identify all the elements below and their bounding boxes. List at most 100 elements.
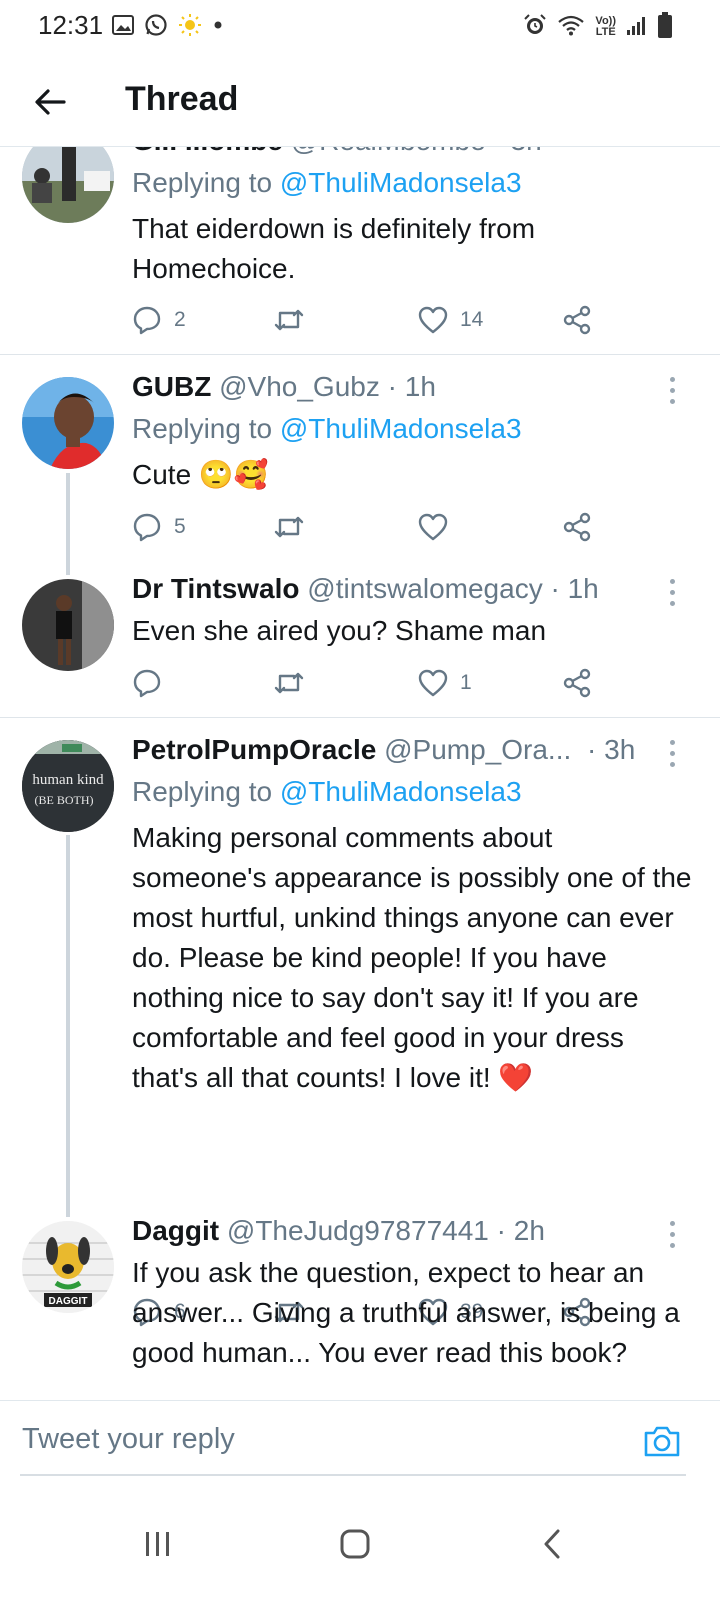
reply-button[interactable]	[132, 663, 174, 703]
tweet-handle[interactable]: @RealMbombe	[291, 147, 486, 156]
more-dot	[669, 751, 675, 756]
like-count: 1	[460, 671, 472, 694]
camera-icon	[644, 1426, 680, 1457]
tweet-header: Dr Tintswalo @tintswalomegacy · 1h	[132, 573, 599, 605]
retweet-button[interactable]	[272, 300, 318, 340]
composer-underline	[20, 1474, 686, 1476]
replying-to: Replying to @ThuliMadonsela3	[132, 776, 522, 808]
share-button[interactable]	[562, 663, 592, 703]
recents-button[interactable]	[128, 1514, 188, 1574]
tweet-actions: 1	[132, 663, 602, 703]
tweet-author-name[interactable]: Daggit	[132, 1215, 219, 1246]
tweet-handle[interactable]: @Pump_Ora...	[384, 734, 571, 765]
tweet-header: GUBZ @Vho_Gubz · 1h	[132, 371, 436, 403]
signal-icon	[626, 14, 648, 41]
more-dot	[669, 601, 675, 606]
tweet-author-name[interactable]: Dr Tintswalo	[132, 573, 300, 604]
tweet-header: PetrolPumpOracle @Pump_Ora... · 3h	[132, 734, 635, 766]
replying-to-label: Replying to	[132, 167, 273, 198]
replying-to-label: Replying to	[132, 413, 273, 444]
battery-icon	[658, 11, 672, 43]
replying-to-label: Replying to	[132, 776, 273, 807]
status-right-icons: Vo)) LTE	[523, 11, 672, 43]
avatar[interactable]	[22, 377, 114, 469]
more-options-button[interactable]	[662, 377, 682, 404]
retweet-button[interactable]	[272, 507, 318, 547]
arrow-left-icon	[35, 89, 66, 115]
more-dot	[669, 1232, 675, 1237]
tweet-actions: 2 14	[132, 300, 602, 340]
tweet-text: That eiderdown is definitely from Homech…	[132, 213, 536, 284]
share-button[interactable]	[562, 507, 592, 547]
back-button[interactable]	[28, 80, 72, 124]
reply-icon	[133, 306, 161, 335]
tweet-author-name[interactable]: G... ...ombe	[132, 147, 283, 156]
reply-button[interactable]: 2	[132, 300, 186, 340]
nav-back-icon	[544, 1529, 560, 1559]
retweet-icon	[274, 516, 304, 538]
more-dot	[669, 579, 675, 584]
thread-feed[interactable]: G... ...ombe @RealMbombe · 3h Replying t…	[0, 146, 720, 1400]
mention-link[interactable]: @ThuliMadonsela3	[280, 776, 522, 807]
status-bar: 12:31 Vo)) LTE	[0, 0, 720, 56]
tweet-author-name[interactable]: PetrolPumpOracle	[132, 734, 376, 765]
avatar-text-2: (BE BOTH)	[35, 793, 94, 807]
reply-composer[interactable]: Tweet your reply	[0, 1400, 720, 1480]
tweet-header: G... ...ombe @RealMbombe · 3h	[132, 147, 542, 157]
tweet-time: · 1h	[387, 371, 436, 402]
gallery-icon	[112, 14, 134, 40]
more-dot	[669, 1221, 675, 1226]
tweet-text: If you ask the question, expect to hear …	[132, 1257, 680, 1368]
more-dot	[669, 740, 675, 745]
reply-icon	[133, 513, 161, 542]
more-dot	[669, 377, 675, 382]
reply-button[interactable]: 5	[132, 507, 186, 547]
share-icon	[563, 305, 591, 335]
more-dot	[669, 1243, 675, 1248]
heart-icon	[418, 306, 448, 334]
mention-link[interactable]: @ThuliMadonsela3	[280, 413, 522, 444]
camera-button[interactable]	[642, 1423, 686, 1463]
avatar[interactable]: human kind (BE BOTH)	[22, 740, 114, 832]
retweet-button[interactable]	[272, 663, 318, 703]
volte-icon: Vo)) LTE	[595, 16, 616, 38]
more-dot	[669, 590, 675, 595]
tweet-handle[interactable]: @TheJudg97877441	[227, 1215, 489, 1246]
like-button[interactable]	[418, 507, 460, 547]
like-button[interactable]: 14	[418, 300, 483, 340]
more-options-button[interactable]	[662, 1221, 682, 1248]
nav-back-button[interactable]	[522, 1514, 582, 1574]
reply-count: 2	[174, 308, 186, 331]
share-icon	[563, 512, 591, 542]
tweet-actions: 5	[132, 507, 602, 547]
reply-count: 5	[174, 515, 186, 538]
divider	[0, 354, 720, 355]
like-button[interactable]: 1	[418, 663, 472, 703]
tweet-author-name[interactable]: GUBZ	[132, 371, 211, 402]
tweet-reply-input[interactable]: Tweet your reply	[22, 1423, 235, 1456]
replying-to: Replying to @ThuliMadonsela3	[132, 167, 522, 199]
like-count: 14	[460, 308, 484, 331]
reply-icon	[133, 669, 161, 698]
tweet-header: Daggit @TheJudg97877441 · 2h	[132, 1215, 545, 1247]
whatsapp-icon	[144, 13, 168, 42]
status-time: 12:31	[38, 10, 104, 40]
mention-link[interactable]: @ThuliMadonsela3	[280, 167, 522, 198]
thread-connector	[66, 473, 70, 575]
home-button[interactable]	[325, 1514, 385, 1574]
replying-to: Replying to @ThuliMadonsela3	[132, 413, 522, 445]
tweet-handle[interactable]: @Vho_Gubz	[219, 371, 380, 402]
avatar[interactable]: DAGGIT	[22, 1221, 114, 1313]
tweet-handle[interactable]: @tintswalomegacy	[307, 573, 542, 604]
more-options-button[interactable]	[662, 740, 682, 767]
avatar-text-1: human kind	[32, 772, 104, 788]
recents-icon	[146, 1532, 169, 1556]
more-options-button[interactable]	[662, 579, 682, 606]
avatar[interactable]	[22, 147, 114, 223]
tweet-time: · 2h	[496, 1215, 545, 1246]
avatar[interactable]	[22, 579, 114, 671]
thread-connector	[66, 835, 70, 1217]
more-dot	[669, 388, 675, 393]
heart-icon	[418, 669, 448, 697]
share-button[interactable]	[562, 300, 592, 340]
